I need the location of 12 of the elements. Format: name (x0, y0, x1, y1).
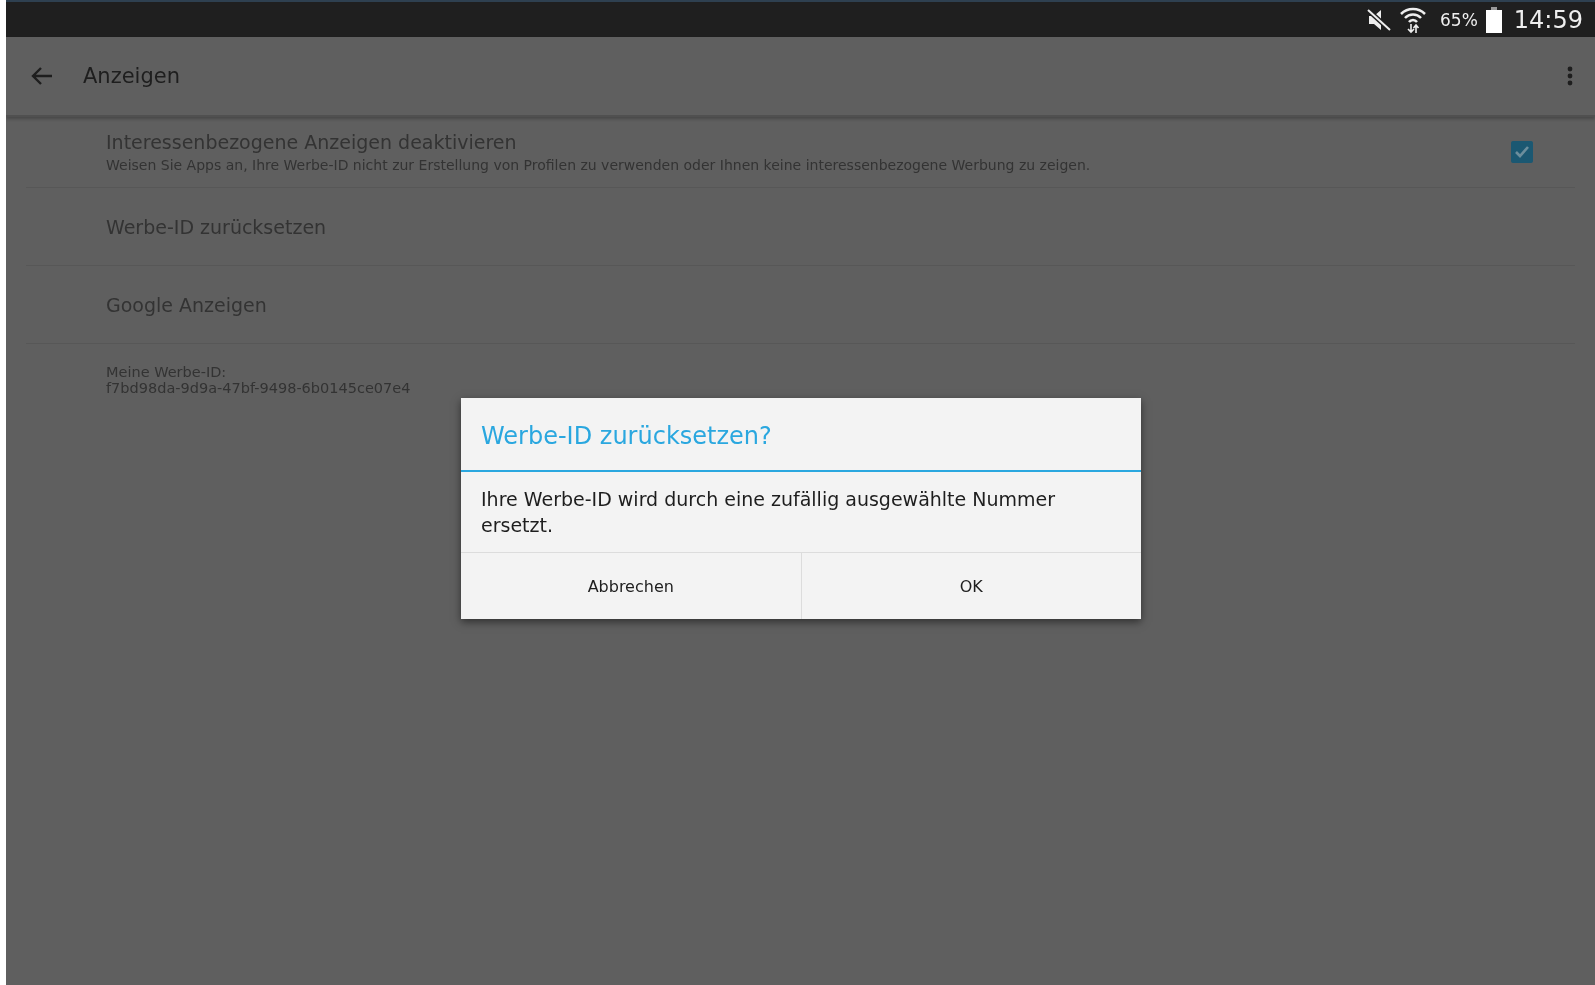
back-arrow-icon[interactable] (31, 66, 53, 86)
wifi-icon (1400, 5, 1427, 34)
battery-icon (1485, 6, 1502, 33)
clock-time: 14:59 (1513, 5, 1583, 34)
battery-percentage: 65% (1440, 9, 1478, 30)
overflow-menu-icon[interactable] (1567, 66, 1573, 86)
screen-title: Anzeigen (83, 64, 181, 88)
dialog-button[interactable]: OK (800, 553, 1141, 619)
dialog-button[interactable]: Abbrechen (461, 553, 801, 619)
muted-speaker-icon (1366, 7, 1393, 32)
dialog-title: Werbe-ID zurücksetzen? (461, 398, 1141, 472)
checked-checkbox[interactable] (1511, 141, 1533, 163)
